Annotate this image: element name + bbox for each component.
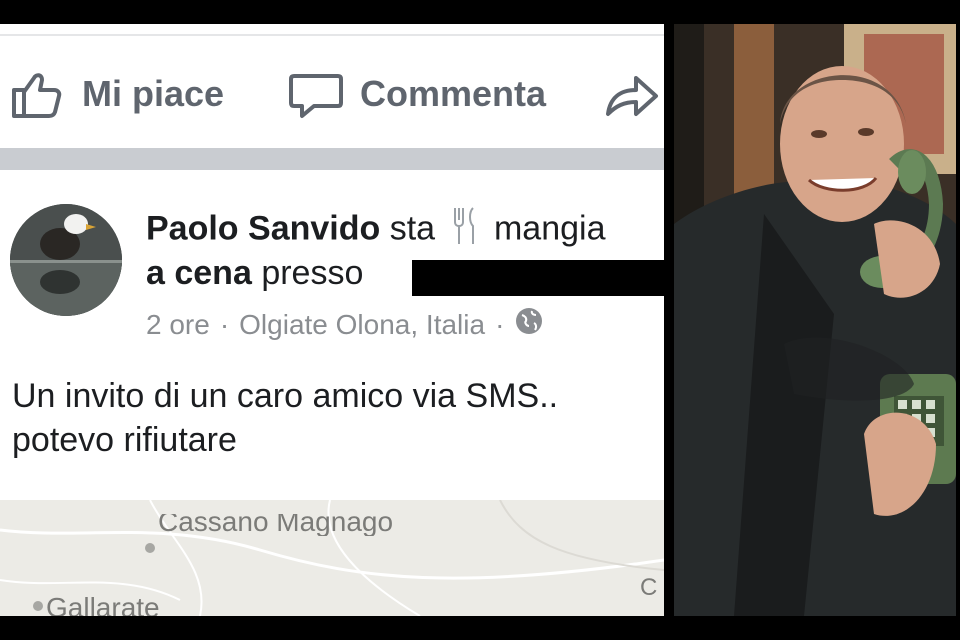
- thumbs-up-icon: [10, 66, 66, 122]
- comment-bubble-icon: [288, 66, 344, 122]
- fork-knife-icon: [451, 206, 479, 255]
- top-divider: [0, 34, 664, 36]
- share-button[interactable]: [604, 66, 660, 122]
- meta-dot: ·: [495, 308, 505, 340]
- like-button[interactable]: Mi piace: [10, 66, 224, 122]
- meta-dot: ·: [219, 308, 230, 340]
- share-arrow-icon: [604, 66, 660, 122]
- avatar[interactable]: [10, 204, 122, 316]
- comment-button[interactable]: Commenta: [288, 66, 546, 122]
- activity-target: a cena: [146, 254, 252, 292]
- post-time[interactable]: 2 ore: [146, 309, 210, 341]
- post-title-line-2: a cena presso: [146, 254, 363, 293]
- map-label-gallarate: Gallarate: [46, 592, 160, 616]
- section-separator: [0, 148, 664, 170]
- post-action-bar: Mi piace Commenta: [0, 62, 664, 126]
- comment-label: Commenta: [360, 73, 547, 114]
- like-label: Mi piace: [82, 73, 225, 114]
- post-header: Paolo Sanvido sta mangia a cena presso 2…: [0, 194, 664, 340]
- post-body: Un invito di un caro amico via SMS.. pot…: [12, 374, 664, 462]
- redaction-bar: [412, 260, 664, 296]
- post-text-line-1: Un invito di un caro amico via SMS..: [12, 377, 559, 415]
- post-meta: 2 ore · Olgiate Olona, Italia ·: [146, 306, 544, 343]
- post-title-line: Paolo Sanvido sta mangia: [146, 206, 606, 255]
- location-map[interactable]: Cassano Magnago Gallarate C: [0, 500, 664, 616]
- man-on-phone-photo: [674, 24, 956, 616]
- map-label-c: C: [640, 574, 658, 601]
- globe-icon: [514, 306, 544, 343]
- author-name[interactable]: Paolo Sanvido: [146, 209, 380, 247]
- post-location[interactable]: Olgiate Olona, Italia: [239, 309, 485, 341]
- facebook-post-screenshot: Mi piace Commenta Paolo Sanvido sta mang…: [0, 24, 664, 616]
- location-prefix: presso: [261, 254, 364, 292]
- post-text-line-2: potevo rifiutare: [12, 421, 237, 459]
- status-prefix: sta: [389, 209, 436, 248]
- activity-text: mangia: [493, 209, 606, 248]
